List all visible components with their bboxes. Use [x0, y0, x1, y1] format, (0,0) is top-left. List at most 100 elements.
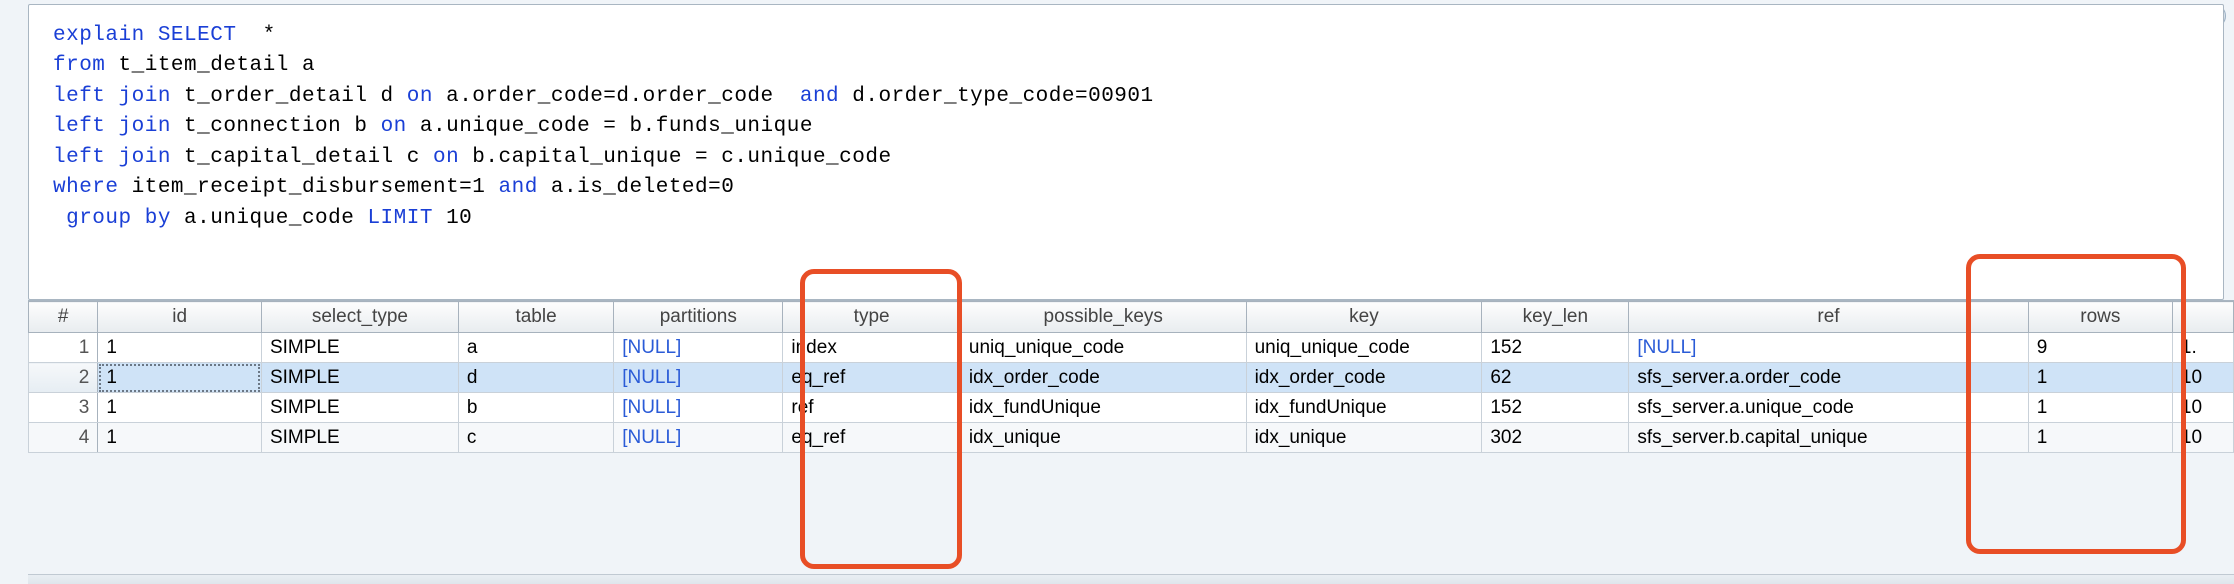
table-row[interactable]: 41SIMPLEc[NULL]eq_refidx_uniqueidx_uniqu…	[29, 423, 2234, 453]
cell-possible_keys[interactable]: uniq_unique_code	[960, 333, 1246, 363]
rownum-cell[interactable]: 4	[29, 423, 98, 453]
col-header-extra[interactable]	[2172, 302, 2233, 333]
sql-line[interactable]: left join t_connection b on a.unique_cod…	[53, 112, 2199, 142]
col-header-key_len[interactable]: key_len	[1482, 302, 1629, 333]
sql-text: t_connection b	[171, 115, 381, 138]
cell-ref[interactable]: [NULL]	[1629, 333, 2028, 363]
sql-text: a.unique_code = b.funds_unique	[407, 115, 813, 138]
cell-partitions[interactable]: [NULL]	[614, 363, 783, 393]
cell-possible_keys[interactable]: idx_unique	[960, 423, 1246, 453]
sql-line[interactable]: left join t_order_detail d on a.order_co…	[53, 82, 2199, 112]
cell-key[interactable]: idx_fundUnique	[1246, 393, 1482, 423]
sql-keyword: SELECT	[158, 24, 237, 47]
cell-rows[interactable]: 9	[2028, 333, 2172, 363]
col-header-id[interactable]: id	[98, 302, 262, 333]
cell-id[interactable]: 1	[98, 333, 262, 363]
cell-extra[interactable]: 10	[2172, 423, 2233, 453]
sql-keyword: left join	[53, 115, 171, 138]
sql-text: a.order_code=d.order_code	[433, 85, 800, 108]
sql-line[interactable]: group by a.unique_code LIMIT 10	[53, 204, 2199, 234]
cell-type[interactable]: eq_ref	[783, 363, 961, 393]
cell-key[interactable]: idx_order_code	[1246, 363, 1482, 393]
cell-ref[interactable]: sfs_server.b.capital_unique	[1629, 423, 2028, 453]
cell-type[interactable]: eq_ref	[783, 423, 961, 453]
sql-text	[145, 24, 158, 47]
cell-type[interactable]: ref	[783, 393, 961, 423]
cell-ref[interactable]: sfs_server.a.unique_code	[1629, 393, 2028, 423]
cell-select_type[interactable]: SIMPLE	[261, 423, 458, 453]
cell-table[interactable]: c	[458, 423, 613, 453]
col-header-partitions[interactable]: partitions	[614, 302, 783, 333]
cell-key_len[interactable]: 152	[1482, 333, 1629, 363]
col-header-key[interactable]: key	[1246, 302, 1482, 333]
sql-text[interactable]: explain SELECT *from t_item_detail aleft…	[53, 21, 2199, 234]
rownum-cell[interactable]: 3	[29, 393, 98, 423]
col-header-rows[interactable]: rows	[2028, 302, 2172, 333]
cell-table[interactable]: b	[458, 393, 613, 423]
cell-key[interactable]: uniq_unique_code	[1246, 333, 1482, 363]
sql-keyword: left join	[53, 85, 171, 108]
cell-id[interactable]: 1	[98, 363, 262, 393]
cell-key_len[interactable]: 302	[1482, 423, 1629, 453]
cell-extra[interactable]: 1.	[2172, 333, 2233, 363]
sql-line[interactable]: where item_receipt_disbursement=1 and a.…	[53, 173, 2199, 203]
sql-keyword: where	[53, 176, 119, 199]
cell-rows[interactable]: 1	[2028, 423, 2172, 453]
table-row[interactable]: 11SIMPLEa[NULL]indexuniq_unique_codeuniq…	[29, 333, 2234, 363]
sql-keyword: and	[800, 85, 839, 108]
rownum-cell[interactable]: 1	[29, 333, 98, 363]
cell-key_len[interactable]: 62	[1482, 363, 1629, 393]
sql-keyword: on	[381, 115, 407, 138]
result-grid[interactable]: #idselect_typetablepartitionstypepossibl…	[28, 300, 2234, 453]
cell-id[interactable]: 1	[98, 423, 262, 453]
sql-text: item_receipt_disbursement=1	[119, 176, 499, 199]
cell-id[interactable]: 1	[98, 393, 262, 423]
col-header-possible_keys[interactable]: possible_keys	[960, 302, 1246, 333]
col-header-#[interactable]: #	[29, 302, 98, 333]
cell-possible_keys[interactable]: idx_fundUnique	[960, 393, 1246, 423]
explain-table[interactable]: #idselect_typetablepartitionstypepossibl…	[28, 301, 2234, 453]
sql-text: a.is_deleted=0	[538, 176, 735, 199]
cell-partitions[interactable]: [NULL]	[614, 333, 783, 363]
sql-text: *	[236, 24, 275, 47]
cell-possible_keys[interactable]: idx_order_code	[960, 363, 1246, 393]
sql-text: b.capital_unique = c.unique_code	[459, 146, 891, 169]
status-bar	[28, 574, 2234, 584]
cell-select_type[interactable]: SIMPLE	[261, 333, 458, 363]
rownum-cell[interactable]: 2	[29, 363, 98, 393]
sql-line[interactable]: explain SELECT *	[53, 21, 2199, 51]
cell-type[interactable]: index	[783, 333, 961, 363]
cell-key[interactable]: idx_unique	[1246, 423, 1482, 453]
sql-text: 10	[433, 207, 472, 230]
col-header-table[interactable]: table	[458, 302, 613, 333]
cell-rows[interactable]: 1	[2028, 393, 2172, 423]
sql-text: a.unique_code	[171, 207, 368, 230]
sql-line[interactable]: from t_item_detail a	[53, 51, 2199, 81]
cell-extra[interactable]: 10	[2172, 393, 2233, 423]
cell-ref[interactable]: sfs_server.a.order_code	[1629, 363, 2028, 393]
cell-extra[interactable]: 10	[2172, 363, 2233, 393]
sql-text: d.order_type_code=00901	[839, 85, 1153, 108]
sql-keyword: on	[407, 85, 433, 108]
table-row[interactable]: 31SIMPLEb[NULL]refidx_fundUniqueidx_fund…	[29, 393, 2234, 423]
sql-keyword: explain	[53, 24, 145, 47]
sql-keyword: left join	[53, 146, 171, 169]
sql-keyword: group by	[53, 207, 171, 230]
col-header-type[interactable]: type	[783, 302, 961, 333]
sql-keyword: from	[53, 54, 105, 77]
col-header-ref[interactable]: ref	[1629, 302, 2028, 333]
sql-keyword: and	[498, 176, 537, 199]
sql-text: t_capital_detail c	[171, 146, 433, 169]
cell-table[interactable]: a	[458, 333, 613, 363]
cell-key_len[interactable]: 152	[1482, 393, 1629, 423]
cell-rows[interactable]: 1	[2028, 363, 2172, 393]
cell-select_type[interactable]: SIMPLE	[261, 363, 458, 393]
cell-partitions[interactable]: [NULL]	[614, 393, 783, 423]
sql-line[interactable]: left join t_capital_detail c on b.capita…	[53, 143, 2199, 173]
col-header-select_type[interactable]: select_type	[261, 302, 458, 333]
table-row[interactable]: 21SIMPLEd[NULL]eq_refidx_order_codeidx_o…	[29, 363, 2234, 393]
sql-editor[interactable]: explain SELECT *from t_item_detail aleft…	[28, 4, 2224, 300]
cell-select_type[interactable]: SIMPLE	[261, 393, 458, 423]
cell-table[interactable]: d	[458, 363, 613, 393]
cell-partitions[interactable]: [NULL]	[614, 423, 783, 453]
